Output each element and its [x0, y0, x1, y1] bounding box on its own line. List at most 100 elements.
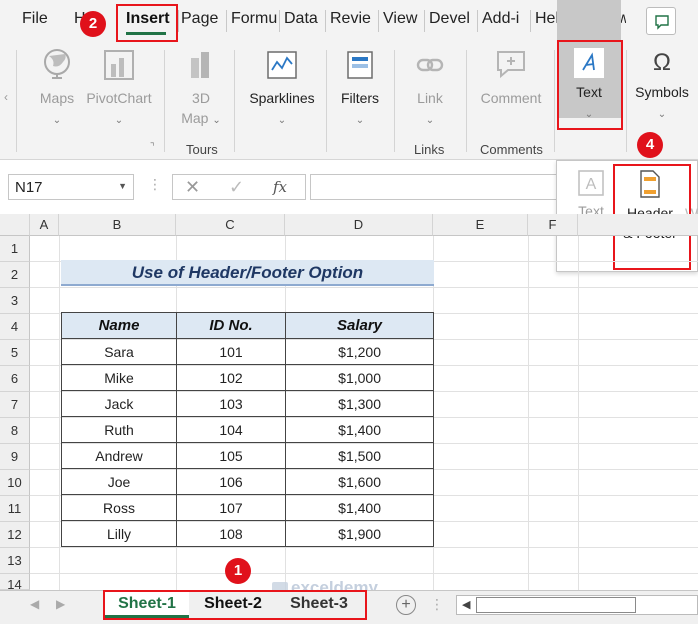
filters-button[interactable]: Filters ⌄ — [334, 48, 386, 131]
column-header[interactable]: A — [30, 214, 59, 236]
chevron-down-icon[interactable]: ▼ — [118, 181, 127, 191]
chevron-down-icon: ⌄ — [657, 109, 667, 120]
scrollbar-thumb[interactable] — [476, 597, 636, 613]
formula-input[interactable] — [310, 174, 570, 200]
group-separator — [466, 50, 467, 152]
insert-function-icon[interactable]: fx — [273, 178, 287, 196]
row-header[interactable]: 4 — [0, 314, 30, 340]
table-cell[interactable]: Sara — [61, 338, 177, 365]
drag-handle-icon[interactable]: ⋮ — [430, 596, 444, 613]
table-cell[interactable]: Mike — [61, 364, 177, 391]
tab-page-layout[interactable]: Page — [181, 10, 223, 28]
comment-label: Comment — [480, 90, 542, 106]
tab-formulas[interactable]: Formu — [231, 10, 277, 28]
name-box-value: N17 — [15, 179, 43, 196]
comments-button[interactable] — [646, 7, 676, 35]
table-header-cell[interactable]: Salary — [285, 312, 434, 339]
row-header[interactable]: 12 — [0, 522, 30, 548]
table-cell[interactable]: Lilly — [61, 520, 177, 547]
column-header[interactable]: E — [433, 214, 528, 236]
table-cell[interactable]: Andrew — [61, 442, 177, 469]
select-all-corner[interactable] — [0, 214, 30, 236]
table-cell[interactable]: 105 — [176, 442, 286, 469]
group-label-comments: Comments — [480, 142, 543, 157]
column-header-empty — [578, 214, 698, 236]
pivotchart-button[interactable]: PivotChart ⌄ — [84, 48, 154, 131]
group-separator — [394, 50, 395, 152]
dialog-launcher-icon[interactable]: ⌝ — [150, 142, 155, 153]
table-cell[interactable]: $1,500 — [285, 442, 434, 469]
table-row: Sara 101 $1,200 — [61, 338, 434, 365]
table-cell[interactable]: $1,300 — [285, 390, 434, 417]
column-header[interactable]: B — [59, 214, 176, 236]
drag-handle-icon[interactable]: ⋮ — [148, 176, 162, 193]
enter-check-icon[interactable]: ✓ — [229, 177, 244, 198]
row-header[interactable]: 5 — [0, 340, 30, 366]
table-cell[interactable]: 101 — [176, 338, 286, 365]
row-header[interactable]: 9 — [0, 444, 30, 470]
row-header[interactable]: 8 — [0, 418, 30, 444]
symbols-button[interactable]: Ω Symbols ⌄ — [630, 48, 694, 125]
cancel-icon[interactable]: ✕ — [185, 177, 200, 198]
sparklines-icon — [267, 51, 297, 79]
ribbon-scroll-left-icon[interactable]: ‹ — [4, 90, 8, 104]
table-cell[interactable]: 102 — [176, 364, 286, 391]
tab-file[interactable]: File — [22, 10, 48, 28]
sparklines-button[interactable]: Sparklines ⌄ — [246, 48, 318, 131]
table-cell[interactable]: 107 — [176, 494, 286, 521]
table-cell[interactable]: $1,200 — [285, 338, 434, 365]
row-header[interactable]: 14 — [0, 574, 30, 590]
table-cell[interactable]: $1,400 — [285, 416, 434, 443]
group-separator — [326, 50, 327, 152]
column-header[interactable]: C — [176, 214, 285, 236]
tab-separator — [424, 10, 425, 32]
table-cell[interactable]: 103 — [176, 390, 286, 417]
link-button[interactable]: Link ⌄ — [406, 48, 454, 131]
scroll-tabs-right-icon[interactable]: ▶ — [56, 597, 65, 611]
omega-icon: Ω — [653, 49, 671, 76]
table-cell[interactable]: Ruth — [61, 416, 177, 443]
table-header-cell[interactable]: Name — [61, 312, 177, 339]
scroll-left-icon[interactable]: ◀ — [462, 598, 470, 611]
name-box[interactable]: N17 ▼ — [8, 174, 134, 200]
table-cell[interactable]: $1,000 — [285, 364, 434, 391]
tab-data[interactable]: Data — [284, 10, 318, 28]
column-header[interactable]: D — [285, 214, 433, 236]
step-badge-4: 4 — [637, 132, 663, 158]
add-sheet-icon[interactable]: + — [396, 595, 416, 615]
sheet-title[interactable]: Use of Header/Footer Option — [61, 260, 434, 286]
row-header[interactable]: 13 — [0, 548, 30, 574]
table-cell[interactable]: $1,900 — [285, 520, 434, 547]
tab-add-ins[interactable]: Add-i — [482, 10, 528, 28]
table-cell[interactable]: Joe — [61, 468, 177, 495]
3d-map-button[interactable]: 3D Map ⌄ — [176, 48, 226, 131]
row-header[interactable]: 10 — [0, 470, 30, 496]
globe-map-icon — [44, 49, 70, 79]
table-cell[interactable]: $1,600 — [285, 468, 434, 495]
table-cell[interactable]: Ross — [61, 494, 177, 521]
row-header[interactable]: 6 — [0, 366, 30, 392]
row-header[interactable]: 2 — [0, 262, 30, 288]
maps-button[interactable]: Maps ⌄ — [34, 48, 80, 131]
table-cell[interactable]: 108 — [176, 520, 286, 547]
table-cell[interactable]: Jack — [61, 390, 177, 417]
table-cell[interactable]: $1,400 — [285, 494, 434, 521]
row-header[interactable]: 11 — [0, 496, 30, 522]
tab-view[interactable]: View — [383, 10, 417, 28]
tab-separator — [530, 10, 531, 32]
data-table: Name ID No. Salary Sara 101 $1,200 Mike … — [61, 312, 434, 547]
chevron-down-icon: ⌄ — [425, 115, 435, 126]
column-header[interactable]: F — [528, 214, 578, 236]
row-header[interactable]: 1 — [0, 236, 30, 262]
group-separator — [164, 50, 165, 152]
tab-developer[interactable]: Devel — [429, 10, 475, 28]
table-header-cell[interactable]: ID No. — [176, 312, 286, 339]
scroll-tabs-left-icon[interactable]: ◀ — [30, 597, 39, 611]
row-header[interactable]: 7 — [0, 392, 30, 418]
chevron-down-icon: ⌄ — [114, 115, 124, 126]
table-cell[interactable]: 106 — [176, 468, 286, 495]
tab-review[interactable]: Revie — [330, 10, 376, 28]
comment-insert-button[interactable]: Comment — [474, 48, 548, 108]
table-cell[interactable]: 104 — [176, 416, 286, 443]
row-header[interactable]: 3 — [0, 288, 30, 314]
